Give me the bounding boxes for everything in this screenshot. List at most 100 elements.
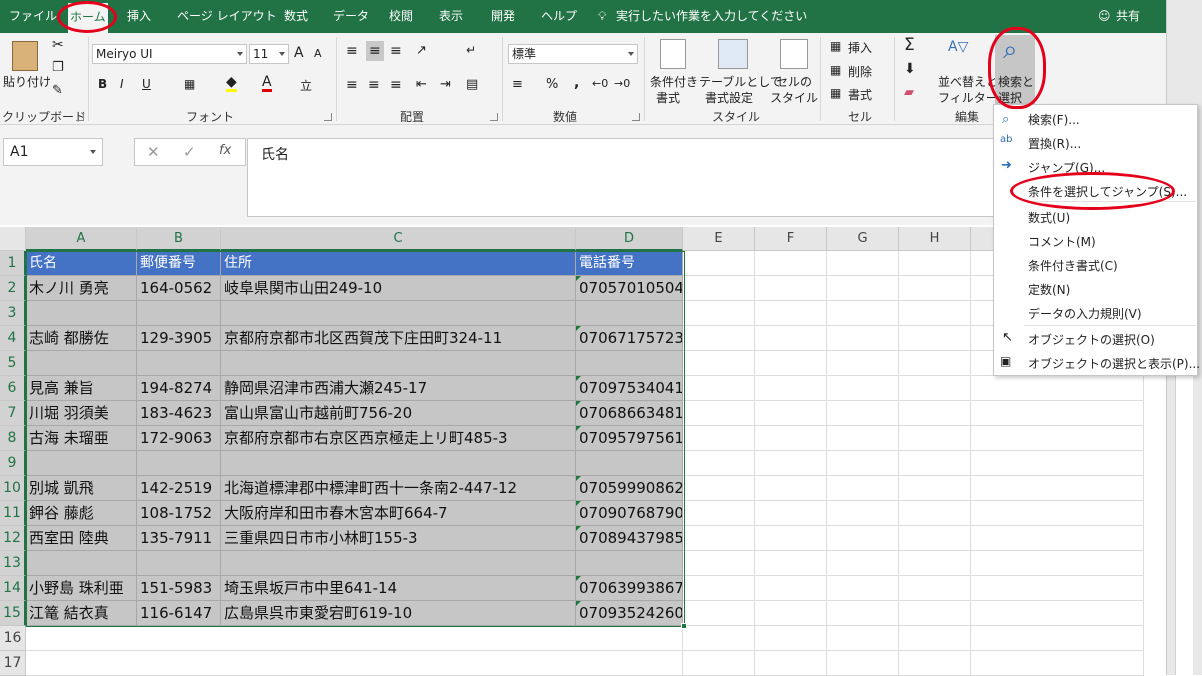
- conditional-format-line1[interactable]: 条件付き: [650, 73, 698, 90]
- increase-decimal-icon[interactable]: ←0: [592, 77, 608, 90]
- row-header-1[interactable]: 1: [0, 251, 26, 276]
- underline-button[interactable]: U: [142, 77, 151, 91]
- shrink-font-button[interactable]: A: [314, 47, 322, 60]
- table-cell[interactable]: 07063993867: [576, 576, 683, 601]
- conditional-format-line2[interactable]: 書式: [656, 89, 680, 106]
- table-cell[interactable]: 194-8274: [137, 376, 221, 401]
- format-cells-button[interactable]: 書式: [848, 86, 872, 103]
- align-right-icon[interactable]: ≡: [390, 77, 402, 93]
- table-cell[interactable]: 鉀谷 藤彪: [26, 501, 137, 526]
- table-cell[interactable]: [137, 351, 221, 376]
- worksheet[interactable]: ABCDEFGH 1 2 3 4 5 6 7 8 9 10 11 12 13 14 15 16 17 氏名 郵便番…: [0, 227, 1144, 676]
- column-header-b[interactable]: B: [137, 227, 221, 251]
- row-header-6[interactable]: 6: [0, 376, 26, 401]
- table-cell[interactable]: 静岡県沼津市西浦大瀬245-17: [221, 376, 576, 401]
- table-cell[interactable]: [137, 551, 221, 576]
- table-cell[interactable]: 古海 未瑠亜: [26, 426, 137, 451]
- table-cell[interactable]: [26, 551, 137, 576]
- alignment-launcher[interactable]: [490, 113, 498, 121]
- table-cell[interactable]: 小野島 珠利亜: [26, 576, 137, 601]
- table-cell[interactable]: 京都府京都市右京区西京極走上リ町485-3: [221, 426, 576, 451]
- format-as-table-icon[interactable]: [718, 39, 748, 69]
- table-cell[interactable]: 07095797561: [576, 426, 683, 451]
- column-header-d[interactable]: D: [576, 227, 683, 251]
- delete-cells-button[interactable]: 削除: [848, 63, 872, 80]
- menu-item-data-validation[interactable]: データの入力規則(V): [1028, 305, 1142, 322]
- table-cell[interactable]: 07097534041: [576, 376, 683, 401]
- borders-icon[interactable]: ▦: [184, 77, 195, 91]
- align-bottom-icon[interactable]: ≡: [390, 43, 402, 59]
- cell-styles-line2[interactable]: スタイル: [770, 89, 818, 106]
- font-launcher[interactable]: [324, 113, 332, 121]
- tab-page-layout[interactable]: ページ レイアウト: [177, 0, 277, 33]
- table-cell[interactable]: [221, 301, 576, 326]
- table-cell[interactable]: 見高 兼旨: [26, 376, 137, 401]
- table-cell[interactable]: 129-3905: [137, 326, 221, 351]
- table-cell[interactable]: 135-7911: [137, 526, 221, 551]
- table-cell[interactable]: 116-6147: [137, 601, 221, 626]
- phonetic-icon[interactable]: 立: [300, 77, 312, 94]
- paste-label[interactable]: 貼り付け: [3, 73, 51, 90]
- copy-icon[interactable]: ❐: [52, 60, 64, 75]
- conditional-format-icon[interactable]: [660, 39, 686, 69]
- align-middle-icon[interactable]: ≡: [366, 41, 384, 61]
- cell-styles-line1[interactable]: セルの: [776, 73, 812, 90]
- table-cell[interactable]: 07067175723: [576, 326, 683, 351]
- tab-review[interactable]: 校閲: [389, 0, 413, 33]
- row-header-5[interactable]: 5: [0, 351, 26, 376]
- sort-filter-line2[interactable]: フィルター: [938, 89, 998, 106]
- column-header-h[interactable]: H: [899, 227, 971, 251]
- row-header-7[interactable]: 7: [0, 401, 26, 426]
- table-cell[interactable]: 木ノ川 勇亮: [26, 276, 137, 301]
- tab-view[interactable]: 表示: [439, 0, 463, 33]
- decrease-indent-icon[interactable]: ⇤: [416, 77, 427, 92]
- font-size-select[interactable]: 11: [249, 44, 289, 64]
- menu-item-formulas[interactable]: 数式(U): [1028, 209, 1070, 226]
- number-launcher[interactable]: [632, 113, 640, 121]
- row-header-14[interactable]: 14: [0, 576, 26, 601]
- orientation-icon[interactable]: ↗: [416, 43, 427, 58]
- fill-icon[interactable]: ⬇: [904, 61, 916, 77]
- table-cell[interactable]: 大阪府岸和田市春木宮本町664-7: [221, 501, 576, 526]
- table-cell[interactable]: 京都府京都市北区西賀茂下庄田町324-11: [221, 326, 576, 351]
- cancel-icon[interactable]: ✕: [147, 143, 160, 161]
- menu-item-find[interactable]: 検索(F)...: [1028, 111, 1080, 128]
- row-header-10[interactable]: 10: [0, 476, 26, 501]
- select-all-button[interactable]: [0, 227, 26, 251]
- row-header-13[interactable]: 13: [0, 551, 26, 576]
- table-cell[interactable]: [576, 301, 683, 326]
- row-header-4[interactable]: 4: [0, 326, 26, 351]
- column-header-c[interactable]: C: [221, 227, 576, 251]
- format-as-table-line1[interactable]: テーブルとして: [699, 73, 782, 90]
- table-header-cell[interactable]: 郵便番号: [137, 251, 221, 276]
- format-as-table-line2[interactable]: 書式設定: [705, 89, 753, 106]
- wrap-text-icon[interactable]: ↵: [466, 43, 476, 57]
- insert-function-button[interactable]: fx: [219, 143, 231, 158]
- table-cell[interactable]: 埼玉県坂戸市中里641-14: [221, 576, 576, 601]
- align-top-icon[interactable]: ≡: [346, 43, 358, 59]
- row-header-16[interactable]: 16: [0, 626, 26, 651]
- tab-file[interactable]: ファイル: [9, 0, 57, 33]
- table-cell[interactable]: 183-4623: [137, 401, 221, 426]
- table-cell[interactable]: [221, 351, 576, 376]
- tab-data[interactable]: データ: [333, 0, 369, 33]
- row-header-15[interactable]: 15: [0, 601, 26, 626]
- insert-cells-button[interactable]: 挿入: [848, 39, 872, 56]
- table-cell[interactable]: 07089437985: [576, 526, 683, 551]
- autosum-icon[interactable]: Σ: [904, 35, 915, 55]
- decrease-decimal-icon[interactable]: →0: [614, 77, 630, 90]
- table-cell[interactable]: 172-9063: [137, 426, 221, 451]
- cut-icon[interactable]: ✂: [52, 37, 64, 53]
- table-cell[interactable]: [576, 551, 683, 576]
- table-header-cell[interactable]: 住所: [221, 251, 576, 276]
- sort-filter-icon[interactable]: A▽: [948, 39, 968, 55]
- tab-insert[interactable]: 挿入: [127, 0, 151, 33]
- tab-developer[interactable]: 開発: [491, 0, 515, 33]
- row-header-8[interactable]: 8: [0, 426, 26, 451]
- table-cell[interactable]: 07068663481: [576, 401, 683, 426]
- table-cell[interactable]: 07093524260: [576, 601, 683, 626]
- paste-icon[interactable]: [12, 41, 38, 71]
- table-cell[interactable]: [221, 551, 576, 576]
- comma-button[interactable]: ,: [574, 75, 579, 91]
- row-header-12[interactable]: 12: [0, 526, 26, 551]
